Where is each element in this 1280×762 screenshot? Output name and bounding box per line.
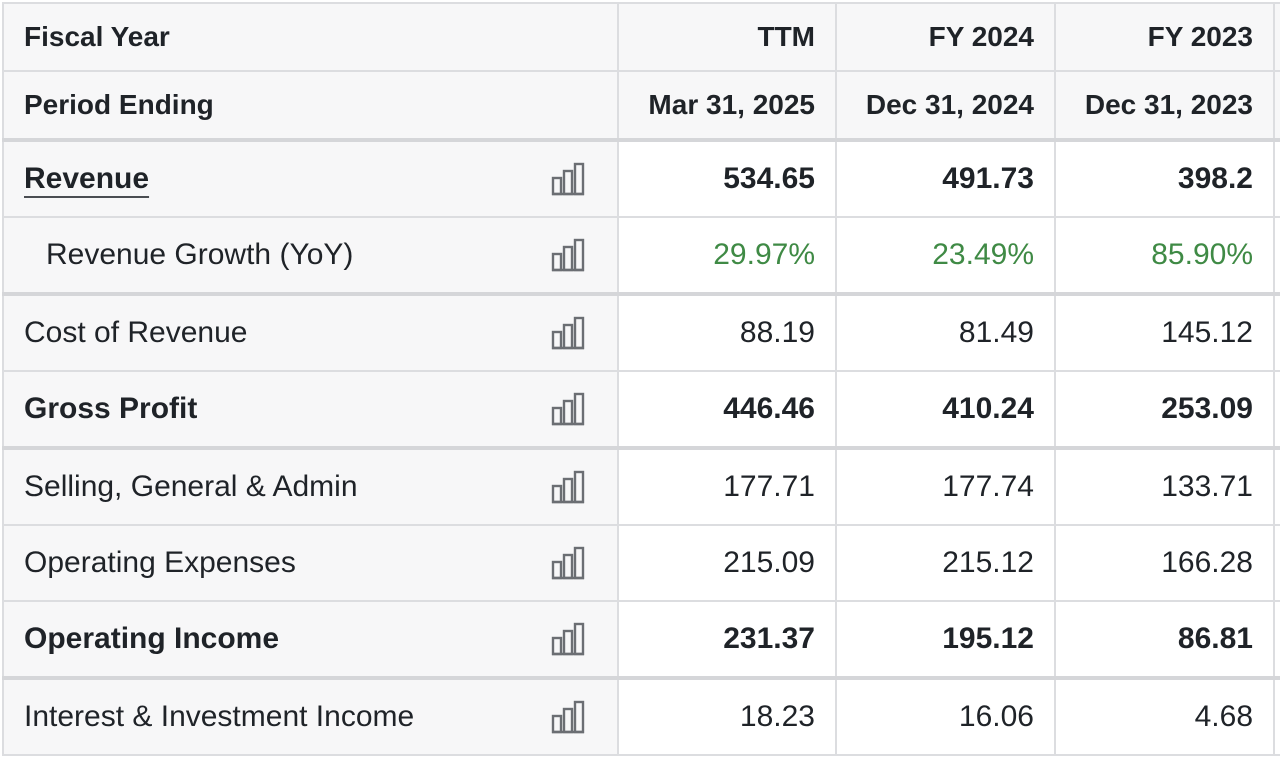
bar-chart-icon[interactable] [549,162,587,196]
row-label-cell: Operating Expenses [2,524,619,602]
value-ttm: 177.71 [617,446,837,526]
bar-chart-icon[interactable] [549,470,587,504]
value-ttm: 18.23 [617,676,837,756]
table-row-operating-expenses: Operating Expenses 215.09 215.12 166.28 [2,524,1280,602]
bar-chart-icon[interactable] [549,546,587,580]
table-row-revenue-growth: Revenue Growth (YoY) 29.97% 23.49% 85.90… [2,216,1280,295]
row-label: Selling, General & Admin [24,470,358,503]
period-ending-label: Period Ending [2,70,619,142]
table-row-sga: Selling, General & Admin 177.71 177.74 1… [2,446,1280,526]
revenue-link[interactable]: Revenue [24,162,149,195]
table-row-cost-of-revenue: Cost of Revenue 88.19 81.49 145.12 [2,292,1280,372]
value-fy2023: 166.28 [1054,524,1275,602]
period-ending-header-row: Period Ending Mar 31, 2025 Dec 31, 2024 … [2,70,1280,142]
value-ttm: 534.65 [617,139,837,218]
column-header-fy2024[interactable]: FY 2024 [835,2,1056,72]
column-header-fy2023[interactable]: FY 2023 [1054,2,1275,72]
header-overflow-cell [1273,70,1280,142]
row-label-cell: Gross Profit [2,370,619,449]
bar-chart-icon[interactable] [549,700,587,734]
value-ttm: 29.97% [617,216,837,295]
value-fy2023: 398.2 [1054,139,1275,218]
row-label-cell: Interest & Investment Income [2,676,619,756]
income-statement-table: Fiscal Year TTM FY 2024 FY 2023 Period E… [2,2,1280,756]
row-label: Interest & Investment Income [24,700,415,733]
row-label-cell: Operating Income [2,600,619,679]
table-row-revenue: Revenue 534.65 491.73 398.2 [2,139,1280,218]
bar-chart-icon[interactable] [549,622,587,656]
bar-chart-icon[interactable] [549,392,587,426]
period-ending-fy2024: Dec 31, 2024 [835,70,1056,142]
bar-chart-icon[interactable] [549,316,587,350]
value-fy2024: 491.73 [835,139,1056,218]
column-header-ttm[interactable]: TTM [617,2,837,72]
bar-chart-icon[interactable] [549,238,587,272]
value-ttm: 88.19 [617,292,837,372]
fiscal-year-header-row: Fiscal Year TTM FY 2024 FY 2023 [2,2,1280,72]
value-ttm: 215.09 [617,524,837,602]
row-label: Cost of Revenue [24,316,248,349]
table-row-operating-income: Operating Income 231.37 195.12 86.81 [2,600,1280,679]
fiscal-year-label: Fiscal Year [2,2,619,72]
row-label: Operating Expenses [24,546,296,579]
period-ending-ttm: Mar 31, 2025 [617,70,837,142]
row-label-cell: Revenue [2,139,619,218]
value-fy2023: 86.81 [1054,600,1275,679]
period-ending-fy2023: Dec 31, 2023 [1054,70,1275,142]
financials-table-container: Fiscal Year TTM FY 2024 FY 2023 Period E… [2,2,1280,756]
value-fy2024: 81.49 [835,292,1056,372]
row-label-cell: Revenue Growth (YoY) [2,216,619,295]
value-fy2023: 85.90% [1054,216,1275,295]
value-ttm: 446.46 [617,370,837,449]
value-fy2024: 23.49% [835,216,1056,295]
value-fy2024: 177.74 [835,446,1056,526]
table-row-interest-investment-income: Interest & Investment Income 18.23 16.06… [2,676,1280,756]
value-fy2024: 16.06 [835,676,1056,756]
row-label-cell: Selling, General & Admin [2,446,619,526]
table-row-gross-profit: Gross Profit 446.46 410.24 253.09 [2,370,1280,449]
row-label-cell: Cost of Revenue [2,292,619,372]
row-label: Gross Profit [24,392,198,425]
value-fy2023: 133.71 [1054,446,1275,526]
value-fy2023: 253.09 [1054,370,1275,449]
value-fy2024: 410.24 [835,370,1056,449]
row-label: Revenue Growth (YoY) [46,238,354,271]
header-overflow-cell [1273,2,1280,72]
value-fy2023: 145.12 [1054,292,1275,372]
row-label: Operating Income [24,622,280,655]
value-fy2024: 215.12 [835,524,1056,602]
value-ttm: 231.37 [617,600,837,679]
value-fy2024: 195.12 [835,600,1056,679]
value-fy2023: 4.68 [1054,676,1275,756]
